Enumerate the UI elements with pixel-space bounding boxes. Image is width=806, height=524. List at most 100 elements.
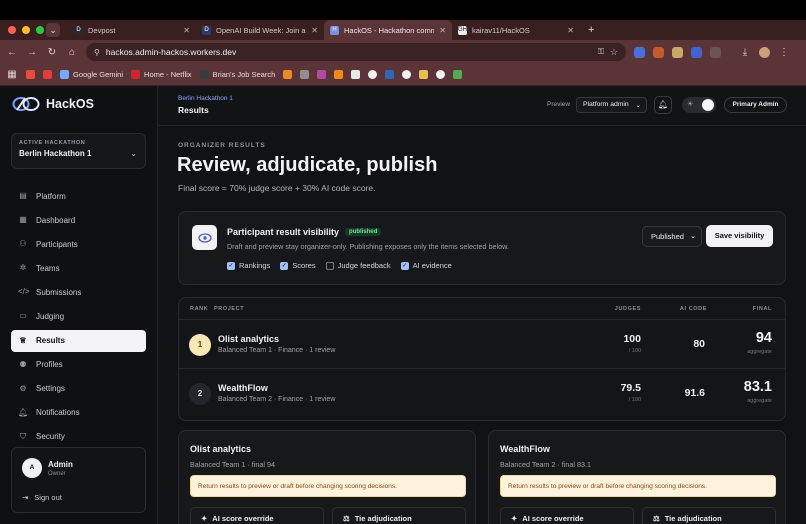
new-tab-icon[interactable]: +	[588, 24, 594, 36]
close-tab-icon[interactable]: ✕	[183, 26, 190, 35]
sidebar-item-security[interactable]: ⛉ Security	[11, 426, 146, 448]
tab-search-button[interactable]: ⌄	[46, 23, 60, 37]
user-name: Admin	[48, 460, 73, 469]
ycombinator-bookmark-icon[interactable]	[283, 70, 293, 79]
bookmark-job-search[interactable]: Brian's Job Search	[199, 70, 275, 79]
extension-blue-icon[interactable]	[691, 46, 702, 58]
browser-tab[interactable]: D Devpost ✕	[68, 20, 196, 40]
status-badge: published	[345, 228, 382, 236]
password-key-icon[interactable]: ⚿	[598, 47, 604, 57]
hn-bookmark-icon[interactable]	[334, 70, 344, 79]
checkbox-checked-icon[interactable]: ✓	[280, 261, 289, 270]
page-subtitle: Final score = 70% judge score + 30% AI c…	[178, 183, 376, 193]
browser-tab[interactable]: GH kairav11/HackOS ✕	[452, 20, 580, 40]
bolt-bookmark-icon[interactable]	[419, 70, 429, 79]
sidebar-nav: ▤ Platform ▦ Dashboard ⚇ Participants ✲ Team…	[11, 185, 146, 450]
sidebar-item-notifications[interactable]: 🔔︎ Notifications	[11, 402, 146, 424]
maximize-window-button[interactable]	[36, 26, 44, 34]
bookmark-netflix[interactable]: Home - Netflix	[131, 70, 192, 79]
code-icon: </>	[18, 287, 30, 297]
final-score-label: aggregate	[747, 398, 772, 404]
sidebar-item-teams[interactable]: ✲ Teams	[11, 257, 146, 279]
sidebar-item-judging[interactable]: ▭ Judging	[11, 305, 146, 327]
close-tab-icon[interactable]: ✕	[567, 26, 574, 35]
sidebar-item-submissions[interactable]: </> Submissions	[11, 281, 146, 303]
profile-avatar-icon[interactable]	[759, 46, 770, 58]
openai-bookmark-icon[interactable]	[436, 70, 446, 79]
checkbox-judge-feedback[interactable]: Judge feedback	[325, 261, 391, 270]
hackos-favicon-icon: H	[330, 25, 339, 35]
sheets-bookmark-icon[interactable]	[453, 70, 463, 79]
reload-icon[interactable]: ↻	[46, 47, 58, 58]
extensions-puzzle-icon[interactable]	[710, 46, 721, 58]
download-icon[interactable]: ⤓	[739, 47, 751, 58]
extension-translate-icon[interactable]	[634, 46, 645, 58]
top-strip	[0, 0, 806, 20]
browser-tab-active[interactable]: H HackOS - Hackathon comma ✕	[324, 20, 452, 40]
tie-adjudication-button[interactable]: ⚖ Tie adjudication	[642, 507, 776, 524]
sidebar-item-results[interactable]: ♕ Results	[11, 329, 146, 352]
extension-pen-icon[interactable]	[672, 46, 683, 58]
app-logo[interactable]: HackOS	[12, 96, 94, 112]
warning-notice: Return results to preview or draft befor…	[190, 475, 466, 497]
forward-icon[interactable]: →	[26, 47, 38, 58]
sidebar-item-dashboard[interactable]: ▦ Dashboard	[11, 209, 146, 231]
site-info-icon[interactable]: ⚲	[94, 48, 100, 57]
pink-bookmark-icon[interactable]	[317, 70, 327, 79]
notifications-bell-button[interactable]: 🔔︎	[654, 96, 672, 114]
chart-bookmark-icon[interactable]	[300, 70, 310, 79]
checkbox-unchecked-icon[interactable]	[325, 261, 334, 270]
youtube-bookmark-icon[interactable]	[43, 70, 52, 79]
checkbox-scores[interactable]: ✓ Scores	[280, 261, 316, 270]
breadcrumb[interactable]: Berlin Hackathon 1	[178, 95, 233, 102]
table-row[interactable]: 2 WealthFlow Balanced Team 2 · Finance ·…	[179, 369, 785, 418]
tie-adjudication-button[interactable]: ⚖ Tie adjudication	[332, 507, 466, 524]
sign-out-button[interactable]: ⇥ Sign out	[22, 493, 62, 502]
close-tab-icon[interactable]: ✕	[439, 26, 446, 35]
checkbox-checked-icon[interactable]: ✓	[400, 261, 409, 270]
hackathon-selector-label: ACTIVE HACKATHON	[19, 140, 86, 146]
hackathon-selector[interactable]: ACTIVE HACKATHON Berlin Hackathon 1 ⌄	[11, 133, 146, 169]
sidebar-item-participants[interactable]: ⚇ Participants	[11, 233, 146, 255]
theme-toggle[interactable]: ☀	[682, 97, 716, 113]
sidebar-item-profiles[interactable]: ⚉ Profiles	[11, 354, 146, 376]
close-tab-icon[interactable]: ✕	[311, 26, 318, 35]
minimize-window-button[interactable]	[22, 26, 30, 34]
rank-badge: 2	[189, 383, 211, 405]
save-visibility-button[interactable]: Save visibility	[706, 225, 773, 247]
bookmark-gemini[interactable]: Google Gemini	[60, 70, 123, 79]
sidebar-item-platform[interactable]: ▤ Platform	[11, 185, 146, 207]
ai-score-override-button[interactable]: ✦ AI score override	[190, 507, 324, 524]
browser-toolbar: ← → ↻ ⌂ ⚲ hackos.admin-hackos.workers.de…	[0, 40, 806, 64]
ai-score-override-button[interactable]: ✦ AI score override	[500, 507, 634, 524]
table-row[interactable]: 1 Olist analytics Balanced Team 1 · Fina…	[179, 320, 785, 369]
project-meta: Balanced Team 1 · Finance · 1 review	[218, 347, 336, 354]
github-bookmark-icon[interactable]	[402, 70, 412, 79]
notion-bookmark-icon[interactable]	[351, 70, 361, 79]
checkbox-ai-evidence[interactable]: ✓ AI evidence	[400, 261, 452, 270]
gmail-bookmark-icon[interactable]	[26, 70, 35, 79]
info-bookmark-icon[interactable]	[368, 70, 378, 79]
chevron-down-icon: ⌄	[130, 149, 137, 158]
visibility-description: Draft and preview stay organizer-only. P…	[227, 242, 509, 251]
bookmark-star-icon[interactable]: ☆	[610, 47, 618, 58]
back-icon[interactable]: ←	[6, 47, 18, 58]
card-title: Olist analytics	[190, 444, 252, 454]
visibility-status-select[interactable]: Published ⌄	[642, 226, 702, 247]
adjudication-card: Olist analytics Balanced Team 1 · final …	[178, 430, 476, 524]
avatar[interactable]: A	[22, 458, 42, 478]
address-bar[interactable]: ⚲ hackos.admin-hackos.workers.dev ⚿ ☆	[86, 43, 626, 61]
linkedin-bookmark-icon[interactable]	[385, 70, 395, 79]
close-window-button[interactable]	[8, 26, 16, 34]
browser-menu-icon[interactable]: ⋮	[778, 47, 790, 58]
checkbox-checked-icon[interactable]: ✓	[227, 261, 235, 270]
clipboard-icon: ▭	[19, 311, 27, 321]
preview-role-select[interactable]: Platform admin ⌄	[576, 97, 647, 113]
checkbox-rankings[interactable]: ✓ Rankings	[227, 261, 270, 270]
user-menu-button[interactable]: Primary Admin	[724, 97, 787, 113]
extension-fox-icon[interactable]	[653, 46, 664, 58]
sidebar-item-settings[interactable]: ⚙ Settings	[11, 378, 146, 400]
home-icon[interactable]: ⌂	[66, 47, 78, 58]
apps-grid-icon[interactable]: ▦	[6, 69, 18, 80]
browser-tab[interactable]: D OpenAI Build Week: Join a gl ✕	[196, 20, 324, 40]
